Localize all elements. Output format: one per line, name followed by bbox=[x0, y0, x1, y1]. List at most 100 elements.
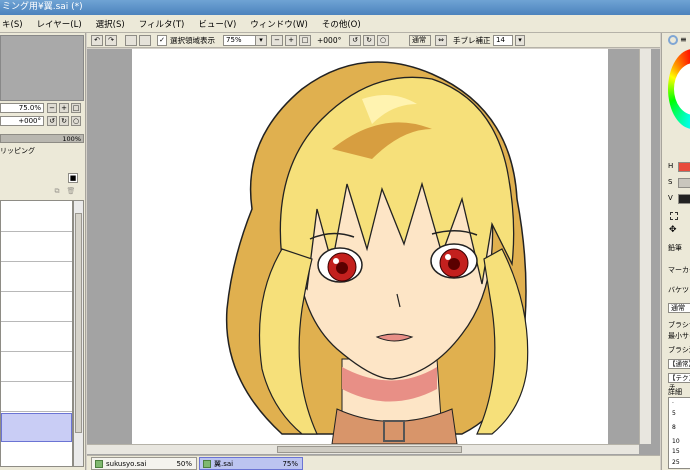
canvas-angle-value[interactable]: +000° bbox=[317, 35, 341, 46]
min-size-label: 最小サイ bbox=[668, 332, 690, 340]
canvas-toolbar: ↶ ↷ ✓ 選択領域表示 75% ▾ − + □ +000° ↺ ↻ ○ 通常 … bbox=[87, 33, 660, 48]
layer-row[interactable] bbox=[1, 233, 72, 262]
layer-row[interactable] bbox=[1, 353, 72, 382]
move-icon[interactable]: ✥ bbox=[669, 225, 677, 235]
size-item[interactable]: 5 bbox=[672, 410, 676, 417]
document-tab-zoom: 50% bbox=[176, 460, 192, 468]
layer-row[interactable] bbox=[1, 203, 72, 232]
document-tab-1[interactable]: sukusyo.sai 50% bbox=[91, 457, 197, 470]
detail-toggle[interactable]: 詳細 bbox=[668, 387, 682, 397]
flip-canvas-button[interactable]: ⇔ bbox=[435, 35, 447, 46]
layer-row[interactable] bbox=[1, 263, 72, 292]
layer-row[interactable] bbox=[1, 383, 72, 412]
undo-button[interactable]: ↶ bbox=[91, 35, 103, 46]
value-slider[interactable] bbox=[678, 194, 690, 204]
tool-bucket[interactable]: バケツ bbox=[668, 285, 689, 295]
canvas-blend-mode-button[interactable]: 通常 bbox=[409, 35, 431, 46]
menu-item-file[interactable]: キ(S) bbox=[2, 18, 23, 30]
saturation-slider[interactable] bbox=[678, 178, 690, 188]
right-eye-glint bbox=[445, 254, 451, 260]
size-item[interactable]: 25 bbox=[672, 459, 680, 466]
show-selection-label: 選択領域表示 bbox=[170, 36, 215, 45]
title-bar: ミング用¥翼.sai (*) bbox=[0, 0, 690, 15]
layer-list-scrollbar[interactable] bbox=[73, 200, 84, 467]
clipping-checkbox-label[interactable]: リッピング bbox=[0, 146, 35, 156]
nav-angle-field[interactable]: +000° bbox=[0, 116, 44, 126]
saturation-label: S bbox=[668, 178, 673, 186]
zoom-in-button[interactable]: + bbox=[59, 103, 69, 113]
canvas-rotate-reset-button[interactable]: ○ bbox=[377, 35, 389, 46]
menu-item-view[interactable]: ビュー(V) bbox=[198, 18, 236, 30]
canvas-zoom-out-button[interactable]: − bbox=[271, 35, 283, 46]
zoom-dropdown-arrow[interactable]: ▾ bbox=[255, 35, 267, 46]
document-tabs: sukusyo.sai 50% 翼.sai 75% bbox=[87, 455, 660, 470]
hue-label: H bbox=[668, 162, 674, 170]
stabilizer-select[interactable]: 14 bbox=[493, 35, 513, 46]
canvas-vertical-scrollbar[interactable] bbox=[639, 49, 651, 444]
rotate-right-button[interactable]: ↻ bbox=[59, 116, 69, 126]
menu-item-layer[interactable]: レイヤー(L) bbox=[37, 18, 82, 30]
canvas-rotate-right-button[interactable]: ↻ bbox=[363, 35, 375, 46]
deselect-button[interactable] bbox=[125, 35, 137, 46]
size-item[interactable]: · bbox=[672, 400, 674, 407]
window-title: ミング用¥翼.sai (*) bbox=[2, 2, 83, 12]
select-rect-icon[interactable] bbox=[670, 212, 678, 220]
layer-delete-icon[interactable]: 🗑 bbox=[66, 187, 76, 197]
tool-marker[interactable]: マーカー bbox=[668, 265, 690, 275]
value-label: V bbox=[668, 194, 673, 202]
right-pupil bbox=[448, 258, 460, 270]
zoom-out-button[interactable]: − bbox=[47, 103, 57, 113]
canvas-horizontal-scrollbar[interactable] bbox=[87, 444, 639, 454]
nav-zoom-row: 75.0% − + □ bbox=[0, 103, 86, 114]
navigator-preview[interactable] bbox=[0, 35, 84, 101]
brush-blend-mode[interactable]: 通常 bbox=[668, 303, 690, 313]
menu-item-filter[interactable]: フィルタ(T) bbox=[139, 18, 185, 30]
stabilizer-dropdown-arrow[interactable]: ▾ bbox=[515, 35, 525, 46]
document-tab-name: sukusyo.sai bbox=[106, 460, 147, 468]
left-pupil bbox=[336, 262, 348, 274]
zoom-reset-button[interactable]: □ bbox=[71, 103, 81, 113]
rotate-reset-button[interactable]: ○ bbox=[71, 116, 81, 126]
nav-angle-row: +000° ↺ ↻ ○ bbox=[0, 116, 86, 127]
document-icon bbox=[95, 460, 103, 468]
canvas-area[interactable] bbox=[87, 49, 660, 455]
canvas-rotate-left-button[interactable]: ↺ bbox=[349, 35, 361, 46]
brush-size-label: ブラシサ bbox=[668, 321, 690, 329]
show-selection-checkbox[interactable]: ✓ bbox=[157, 35, 167, 46]
menu-item-window[interactable]: ウィンドウ(W) bbox=[250, 18, 308, 30]
layer-list-scroll-thumb[interactable] bbox=[75, 213, 82, 433]
nav-zoom-field[interactable]: 75.0% bbox=[0, 103, 44, 113]
layer-row[interactable] bbox=[1, 293, 72, 322]
layer-opacity-slider[interactable]: 100% bbox=[0, 134, 84, 143]
size-item[interactable]: 10 bbox=[672, 438, 680, 445]
document-tab-2[interactable]: 翼.sai 75% bbox=[199, 457, 303, 470]
invert-selection-button[interactable] bbox=[139, 35, 151, 46]
menu-item-select[interactable]: 選択(S) bbox=[96, 18, 125, 30]
canvas-zoom-reset-button[interactable]: □ bbox=[299, 35, 311, 46]
hue-slider[interactable] bbox=[678, 162, 690, 172]
canvas-zoom-in-button[interactable]: + bbox=[285, 35, 297, 46]
brush-size-list: · 5 8 10 15 25 bbox=[668, 397, 690, 469]
paper-texture-select[interactable]: 【通常】 bbox=[668, 359, 690, 369]
layer-lock-checkbox[interactable]: ■ bbox=[68, 173, 78, 183]
brush-texture-select[interactable]: 【テクスチ bbox=[668, 373, 690, 391]
canvas-horizontal-scroll-thumb[interactable] bbox=[277, 446, 462, 453]
canvas-paper[interactable] bbox=[132, 49, 608, 444]
size-item[interactable]: 15 bbox=[672, 448, 680, 455]
left-eye-glint bbox=[333, 258, 339, 264]
menu-bar: キ(S) レイヤー(L) 選択(S) フィルタ(T) ビュー(V) ウィンドウ(… bbox=[0, 15, 690, 33]
size-item[interactable]: 8 bbox=[672, 424, 676, 431]
document-tab-name: 翼.sai bbox=[214, 460, 234, 468]
layer-row[interactable] bbox=[1, 413, 72, 442]
document-tab-zoom: 75% bbox=[282, 460, 298, 468]
redo-button[interactable]: ↷ bbox=[105, 35, 117, 46]
menu-icon[interactable]: ≡ bbox=[680, 35, 687, 44]
right-panel: ≡ H S V ✥ 鉛筆 マーカー バケツ 通常 ブラシサ 最小サイ ブラシ濃 … bbox=[661, 33, 690, 470]
color-wheel-icon[interactable] bbox=[668, 35, 678, 45]
character-illustration bbox=[225, 61, 529, 444]
tool-pencil[interactable]: 鉛筆 bbox=[668, 243, 682, 253]
layer-row[interactable] bbox=[1, 323, 72, 352]
menu-item-other[interactable]: その他(O) bbox=[322, 18, 361, 30]
rotate-left-button[interactable]: ↺ bbox=[47, 116, 57, 126]
layer-copy-icon[interactable]: ⧉ bbox=[52, 187, 62, 197]
